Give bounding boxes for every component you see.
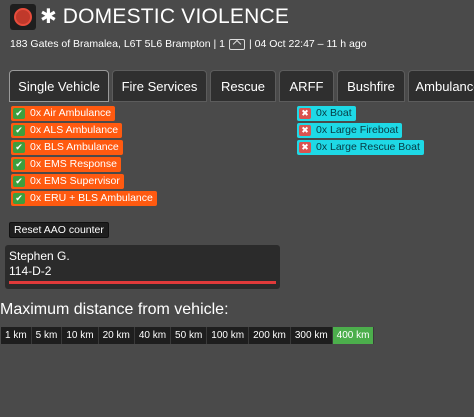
- requirement-item: ✖ 0x Large Rescue Boat: [297, 140, 424, 155]
- requirement-item: ✔ 0x EMS Supervisor: [11, 174, 157, 189]
- tab-arff[interactable]: ARFF: [279, 70, 334, 102]
- patient-code: 114-D-2: [9, 264, 52, 278]
- distance-option[interactable]: 100 km: [207, 327, 250, 344]
- distance-label: Maximum distance from vehicle:: [0, 301, 229, 318]
- distance-selector: 1 km 5 km 10 km 20 km 40 km 50 km 100 km…: [1, 327, 375, 344]
- tab-bushfire[interactable]: Bushfire: [337, 70, 405, 102]
- distance-option[interactable]: 20 km: [98, 327, 135, 344]
- requirement-item: ✔ 0x BLS Ambulance: [11, 140, 157, 155]
- distance-option[interactable]: 200 km: [249, 327, 291, 344]
- requirements-missing-list: ✖ 0x Boat ✖ 0x Large Fireboat ✖ 0x Large Re…: [297, 106, 424, 157]
- mission-time: | 04 Oct 22:47 – 11 h ago: [249, 38, 367, 50]
- vehicle-tabs: Single Vehicle Fire Services Rescue ARFF…: [9, 70, 474, 102]
- patient-status-bar: [9, 281, 276, 284]
- distance-option[interactable]: 5 km: [31, 327, 63, 344]
- patient-card: Stephen G. 114-D-2: [5, 245, 280, 289]
- distance-option[interactable]: 300 km: [290, 327, 333, 344]
- cross-icon: ✖: [297, 106, 313, 121]
- check-icon: ✔: [11, 157, 27, 172]
- requirement-item: ✔ 0x EMS Response: [11, 157, 157, 172]
- reset-aao-counter-button[interactable]: Reset AAO counter: [9, 222, 109, 238]
- distance-option[interactable]: 1 km: [1, 327, 32, 344]
- distance-option[interactable]: 10 km: [62, 327, 99, 344]
- check-icon: ✔: [11, 174, 27, 189]
- title-row: ✱ DOMESTIC VIOLENCE: [10, 4, 474, 30]
- mission-address-row: 183 Gates of Bramalea, L6T 5L6 Brampton …: [10, 38, 474, 50]
- tab-fire-services[interactable]: Fire Services: [112, 70, 207, 102]
- tab-rescue[interactable]: Rescue: [210, 70, 276, 102]
- requirement-item: ✖ 0x Large Fireboat: [297, 123, 424, 138]
- mission-address: 183 Gates of Bramalea, L6T 5L6 Brampton …: [10, 38, 225, 50]
- distance-option[interactable]: 40 km: [134, 327, 172, 344]
- cross-icon: ✖: [297, 123, 313, 138]
- requirement-item: ✔ 0x Air Ambulance: [11, 106, 157, 121]
- requirement-item: ✔ 0x ERU + BLS Ambulance: [11, 191, 157, 206]
- requirements-met-list: ✔ 0x Air Ambulance ✔ 0x ALS Ambulance ✔ 0x …: [11, 106, 157, 208]
- check-icon: ✔: [11, 140, 27, 155]
- tab-single-vehicle[interactable]: Single Vehicle: [9, 70, 109, 102]
- check-icon: ✔: [11, 123, 27, 138]
- distance-option-selected[interactable]: 400 km: [332, 327, 375, 344]
- mission-marker-icon: [10, 4, 36, 30]
- star-icon[interactable]: ✱: [40, 7, 57, 27]
- mission-title: DOMESTIC VIOLENCE: [62, 5, 290, 28]
- mission-header: ✱ DOMESTIC VIOLENCE 183 Gates of Bramale…: [10, 4, 474, 58]
- tab-ambulance[interactable]: Ambulance: [408, 70, 474, 102]
- check-icon: ✔: [11, 106, 27, 121]
- patient-name: Stephen G.: [9, 249, 70, 263]
- ambulance-icon: [229, 38, 245, 50]
- requirement-item: ✖ 0x Boat: [297, 106, 424, 121]
- check-icon: ✔: [11, 191, 27, 206]
- cross-icon: ✖: [297, 140, 313, 155]
- distance-option[interactable]: 50 km: [171, 327, 208, 344]
- requirement-item: ✔ 0x ALS Ambulance: [11, 123, 157, 138]
